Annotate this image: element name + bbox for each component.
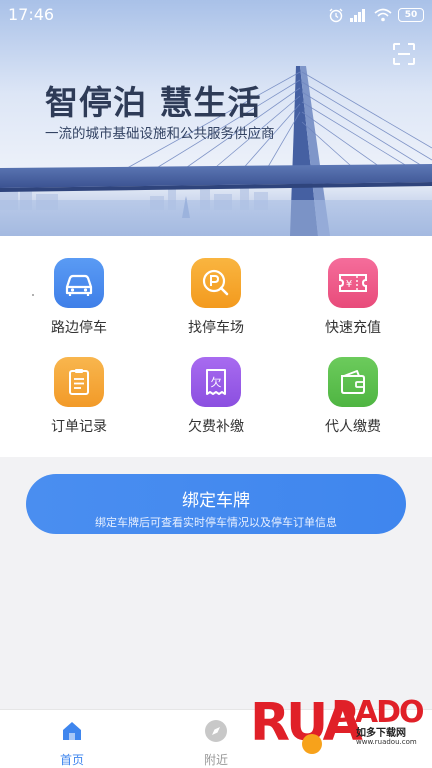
service-label: 欠费补缴 xyxy=(188,419,244,435)
watermark-url: www.ruadou.com xyxy=(356,738,417,746)
service-find-parking[interactable]: 找停车场 xyxy=(156,258,276,337)
car-icon xyxy=(54,258,104,308)
service-pay-for-others[interactable]: 代人缴费 xyxy=(293,357,413,436)
tab-nearby[interactable]: 附近 xyxy=(176,710,256,768)
svg-text:¥: ¥ xyxy=(346,279,352,290)
service-arrears-payment[interactable]: 欠 欠费补缴 xyxy=(156,357,276,436)
status-icons: 50 xyxy=(328,6,424,24)
bind-plate-button[interactable]: 绑定车牌 绑定车牌后可查看实时停车情况以及停车订单信息 xyxy=(26,474,406,534)
signal-icon xyxy=(350,9,365,22)
watermark-subtitle: 如多下载网 xyxy=(356,728,406,739)
wifi-icon xyxy=(374,8,392,22)
service-grid: 路边停车 找停车场 ¥ 快速充值 订单记录 欠 欠费补缴 代人缴费 xyxy=(0,236,432,457)
banner-subtitle: 一流的城市基础设施和公共服务供应商 xyxy=(45,126,275,142)
scan-icon[interactable] xyxy=(392,42,416,66)
wallet-icon xyxy=(328,357,378,407)
alarm-icon xyxy=(329,8,343,23)
service-label: 路边停车 xyxy=(51,320,107,336)
hero-banner[interactable]: 17:46 50 智停泊 慧生活 一流的城市基础设施和公共服务供应商 xyxy=(0,0,432,236)
tab-home[interactable]: 首页 xyxy=(32,710,112,768)
service-label: 找停车场 xyxy=(188,320,244,336)
parking-search-icon xyxy=(191,258,241,308)
site-watermark: RUA DADO 如多下载网 www.ruadou.com xyxy=(248,682,432,768)
service-label: 代人缴费 xyxy=(325,419,381,435)
status-bar: 17:46 50 xyxy=(0,0,432,30)
service-roadside-parking[interactable]: 路边停车 xyxy=(19,258,139,337)
tab-home-label: 首页 xyxy=(59,753,84,767)
home-icon xyxy=(63,722,81,740)
status-time: 17:46 xyxy=(8,5,55,24)
bind-plate-title: 绑定车牌 xyxy=(182,491,250,511)
app-screen: 17:46 50 智停泊 慧生活 一流的城市基础设施和公共服务供应商 路边停车 … xyxy=(0,0,432,768)
service-quick-recharge[interactable]: ¥ 快速充值 xyxy=(293,258,413,337)
service-label: 快速充值 xyxy=(325,320,381,336)
bind-plate-subtitle: 绑定车牌后可查看实时停车情况以及停车订单信息 xyxy=(95,516,337,529)
order-list-icon xyxy=(54,357,104,407)
tab-nearby-label: 附近 xyxy=(203,753,228,767)
svg-text:欠: 欠 xyxy=(211,375,222,389)
battery-icon: 50 xyxy=(398,8,424,22)
banner-title: 智停泊 慧生活 xyxy=(45,83,262,122)
compass-icon xyxy=(205,720,227,742)
ticket-icon: ¥ xyxy=(328,258,378,308)
service-label: 订单记录 xyxy=(51,419,107,435)
service-order-records[interactable]: 订单记录 xyxy=(19,357,139,436)
arrears-receipt-icon: 欠 xyxy=(191,357,241,407)
